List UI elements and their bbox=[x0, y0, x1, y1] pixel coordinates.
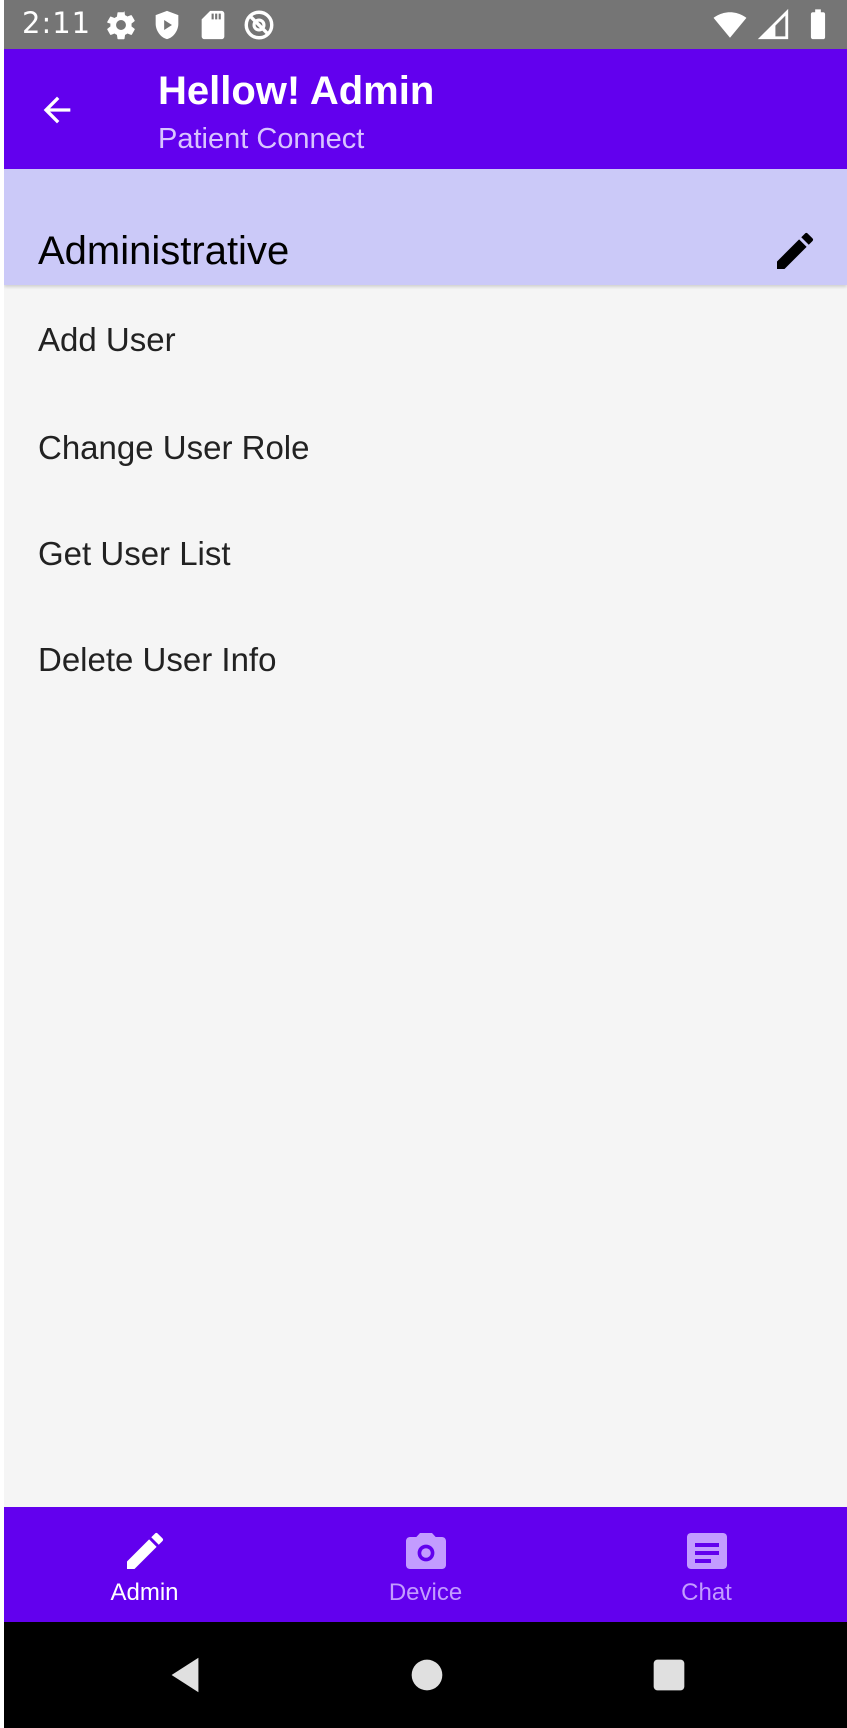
status-time: 2:11 bbox=[22, 6, 92, 40]
home-circle-icon[interactable] bbox=[404, 1652, 450, 1698]
menu-item-label: Get User List bbox=[38, 535, 231, 572]
nav-tab-chat[interactable]: Chat bbox=[566, 1507, 847, 1622]
camera-icon bbox=[405, 1533, 446, 1569]
nav-tab-device[interactable]: Device bbox=[285, 1507, 566, 1622]
bottom-navigation: Admin Device Chat bbox=[4, 1507, 847, 1622]
edit-pencil-icon[interactable] bbox=[771, 227, 819, 275]
app-title: Hellow! Admin bbox=[158, 69, 435, 113]
recents-square-icon[interactable] bbox=[646, 1652, 692, 1698]
app-frame: 2:11 Hellow! Admin Patient Connect Admin… bbox=[0, 0, 847, 1728]
settings-icon bbox=[107, 11, 135, 40]
app-subtitle: Patient Connect bbox=[158, 123, 365, 155]
menu-item-label: Change User Role bbox=[38, 429, 310, 466]
menu-item-delete-user-info[interactable]: Delete User Info bbox=[4, 607, 847, 713]
menu-item-get-user-list[interactable]: Get User List bbox=[4, 501, 847, 607]
battery-icon bbox=[810, 9, 826, 40]
wifi-icon bbox=[713, 12, 747, 38]
back-triangle-icon[interactable] bbox=[162, 1652, 208, 1698]
message-icon bbox=[686, 1533, 727, 1569]
nav-label-chat: Chat bbox=[681, 1579, 732, 1606]
nav-label-admin: Admin bbox=[110, 1579, 179, 1606]
back-button[interactable] bbox=[32, 85, 82, 135]
admin-menu-list: Add User Change User Role Get User List … bbox=[4, 285, 847, 713]
app-bar: Hellow! Admin Patient Connect bbox=[4, 49, 847, 169]
section-header: Administrative bbox=[4, 169, 847, 285]
menu-item-change-user-role[interactable]: Change User Role bbox=[4, 395, 847, 501]
menu-item-label: Delete User Info bbox=[38, 641, 277, 678]
phone-screen: 2:11 Hellow! Admin Patient Connect Admin… bbox=[4, 0, 847, 1728]
status-icons-right bbox=[713, 8, 835, 42]
arrow-back-icon bbox=[43, 96, 71, 124]
cell-signal-icon bbox=[757, 8, 789, 40]
section-title: Administrative bbox=[38, 229, 290, 273]
sd-card-icon bbox=[201, 10, 225, 40]
menu-item-label: Add User bbox=[38, 321, 176, 358]
status-icons-left bbox=[104, 8, 276, 42]
nav-label-device: Device bbox=[388, 1579, 463, 1606]
pencil-icon bbox=[126, 1532, 163, 1569]
status-bar: 2:11 bbox=[4, 0, 847, 49]
system-navigation-bar bbox=[4, 1622, 847, 1728]
nav-tab-admin[interactable]: Admin bbox=[4, 1507, 285, 1622]
menu-item-add-user[interactable]: Add User bbox=[4, 285, 847, 395]
shield-play-icon bbox=[155, 10, 179, 40]
no-location-icon bbox=[244, 10, 274, 40]
